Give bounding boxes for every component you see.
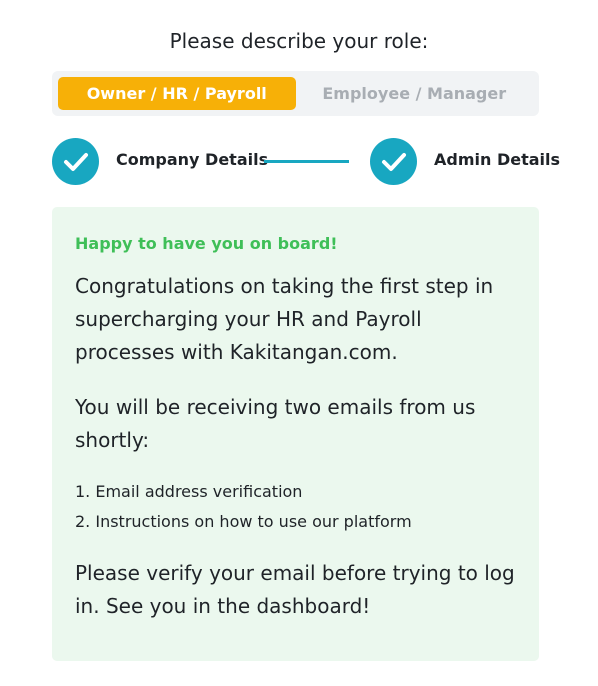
role-switch: Owner / HR / Payroll Employee / Manager <box>52 71 539 116</box>
step-company-details-indicator <box>52 138 99 185</box>
verify-email-paragraph: Please verify your email before trying t… <box>75 561 515 618</box>
checkmark-icon <box>63 152 88 171</box>
email-list: 1. Email address verification 2. Instruc… <box>75 477 516 537</box>
step-connector-line <box>264 160 349 163</box>
congratulations-paragraph: Congratulations on taking the first step… <box>75 274 494 364</box>
role-owner-hr-payroll-button[interactable]: Owner / HR / Payroll <box>58 77 296 110</box>
welcome-message-card: Happy to have you on board! Congratulati… <box>52 207 539 661</box>
list-item: 2. Instructions on how to use our platfo… <box>75 512 412 531</box>
welcome-headline: Happy to have you on board! <box>75 234 338 253</box>
checkmark-icon <box>381 152 406 171</box>
role-prompt: Please describe your role: <box>169 29 429 53</box>
role-employee-manager-button[interactable]: Employee / Manager <box>296 77 534 110</box>
step-admin-details-label: Admin Details <box>434 150 561 169</box>
step-company-details-label: Company Details <box>116 150 269 169</box>
emails-notice-paragraph: You will be receiving two emails from us… <box>75 395 476 452</box>
progress-steps: Company Details Admin Details <box>52 138 560 186</box>
list-item: 1. Email address verification <box>75 482 303 501</box>
step-admin-details-indicator <box>370 138 417 185</box>
